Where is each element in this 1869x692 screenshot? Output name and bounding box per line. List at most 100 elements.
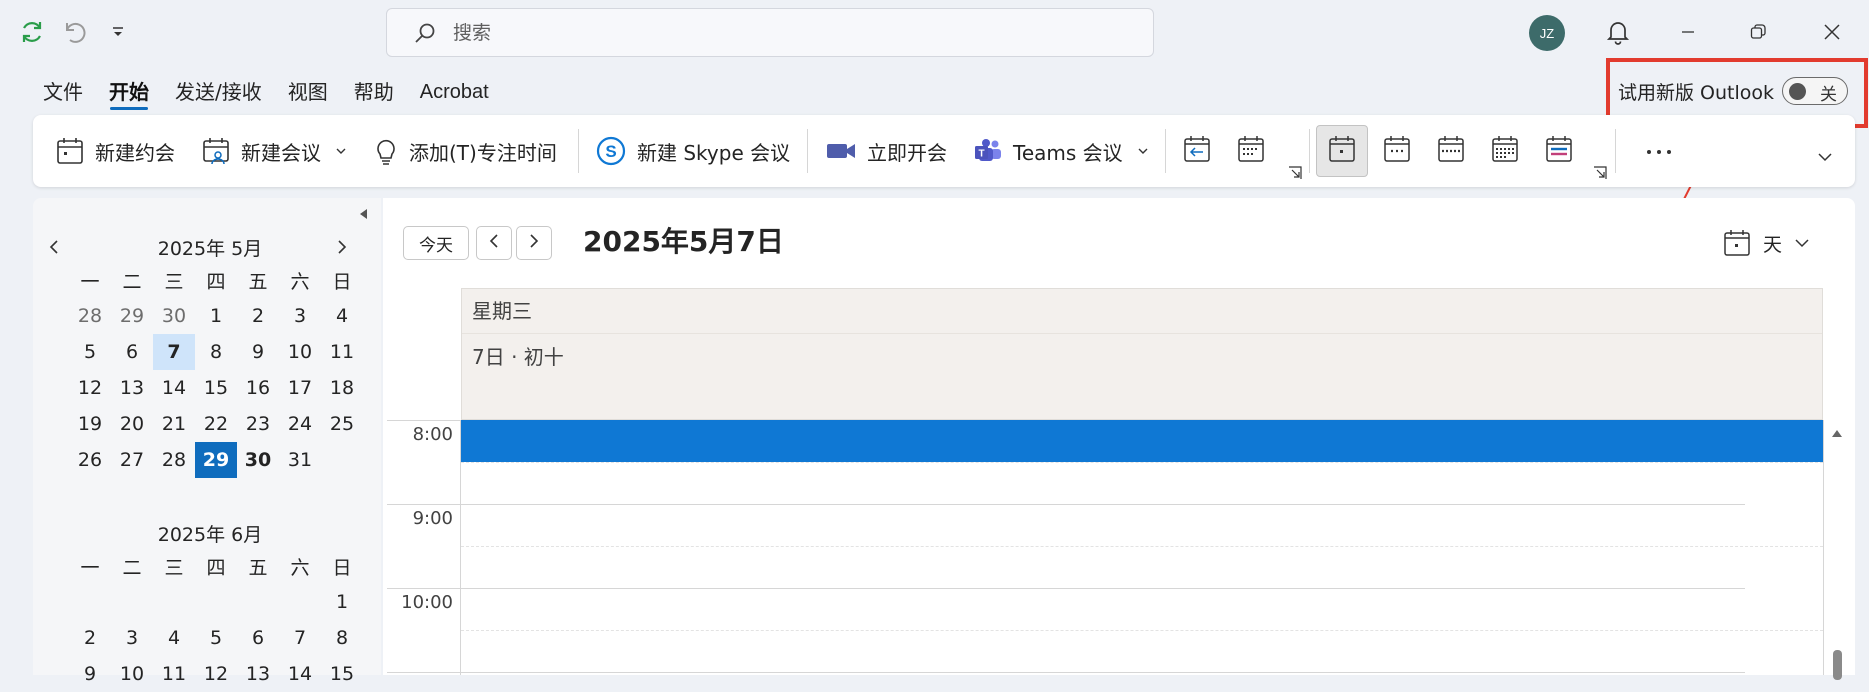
day-cell[interactable]: 28: [153, 442, 195, 478]
work-week-view-button[interactable]: [1371, 125, 1423, 177]
weekday-label: 二: [122, 270, 142, 293]
day-cell[interactable]: 1: [321, 584, 363, 620]
collapse-pane-icon[interactable]: [357, 208, 369, 220]
day-cell[interactable]: 5: [69, 334, 111, 370]
day-cell[interactable]: 29: [111, 298, 153, 334]
day-cell[interactable]: 30: [153, 298, 195, 334]
day-cell[interactable]: 14: [279, 656, 321, 692]
schedule-view-button[interactable]: [1533, 125, 1585, 177]
day-cell[interactable]: 6: [111, 334, 153, 370]
day-cell[interactable]: 9: [69, 656, 111, 692]
day-cell[interactable]: 31: [279, 442, 321, 478]
bell-icon[interactable]: [1596, 12, 1640, 52]
day-cell[interactable]: 1: [195, 298, 237, 334]
teams-icon: T: [973, 136, 1003, 166]
day-cell[interactable]: 30: [237, 442, 279, 478]
day-cell[interactable]: 3: [279, 298, 321, 334]
restore-button[interactable]: [1736, 12, 1780, 52]
scroll-up-icon[interactable]: [1830, 426, 1844, 440]
today-button[interactable]: 今天: [403, 226, 469, 260]
day-cell[interactable]: 20: [111, 406, 153, 442]
day-cell[interactable]: 9: [237, 334, 279, 370]
day-cell[interactable]: 10: [111, 656, 153, 692]
new-appointment-button[interactable]: 新建约会: [55, 115, 175, 187]
new-meeting-button[interactable]: 新建会议: [201, 115, 347, 187]
day-cell[interactable]: 17: [279, 370, 321, 406]
dialog-launcher-icon[interactable]: [1287, 165, 1303, 181]
weekday-label: 日: [332, 270, 352, 293]
weekday-label: 日: [332, 556, 352, 579]
day-cell[interactable]: 10: [279, 334, 321, 370]
day-cell[interactable]: 19: [69, 406, 111, 442]
try-new-outlook-toggle[interactable]: 关: [1782, 77, 1849, 105]
day-cell[interactable]: 8: [321, 620, 363, 656]
scrollbar-thumb[interactable]: [1833, 650, 1842, 680]
dialog-launcher-icon[interactable]: [1592, 165, 1608, 181]
weekday-label: 一: [80, 270, 100, 293]
day-cell[interactable]: 4: [321, 298, 363, 334]
day-cell[interactable]: 11: [153, 656, 195, 692]
day-cell[interactable]: 7: [279, 620, 321, 656]
day-cell[interactable]: 24: [279, 406, 321, 442]
tab-help[interactable]: 帮助: [341, 72, 407, 112]
day-cell[interactable]: 13: [111, 370, 153, 406]
chevron-right-icon[interactable]: [327, 232, 357, 262]
day-cell[interactable]: 15: [321, 656, 363, 692]
selected-day-cell[interactable]: 7: [153, 334, 195, 370]
time-grid[interactable]: 8:00 9:00 10:00: [383, 420, 1845, 675]
tab-send-receive[interactable]: 发送/接收: [162, 72, 275, 112]
day-cell[interactable]: 18: [321, 370, 363, 406]
sync-icon[interactable]: [14, 14, 50, 50]
teams-meeting-button[interactable]: T Teams 会议: [973, 115, 1149, 187]
more-options-button[interactable]: [1633, 125, 1685, 177]
day-cell[interactable]: 25: [321, 406, 363, 442]
day-cell[interactable]: 3: [111, 620, 153, 656]
customize-toolbar-icon[interactable]: [100, 14, 136, 50]
tab-file[interactable]: 文件: [30, 72, 96, 112]
next-7-days-button[interactable]: [1225, 125, 1277, 177]
next-day-button[interactable]: [516, 226, 552, 260]
day-cell[interactable]: 12: [195, 656, 237, 692]
day-cell[interactable]: 13: [237, 656, 279, 692]
day-cell[interactable]: 2: [237, 298, 279, 334]
search-box[interactable]: [386, 8, 1154, 57]
day-view-button[interactable]: [1316, 125, 1368, 177]
avatar[interactable]: JZ: [1529, 15, 1565, 51]
weekday-label: 六: [290, 270, 310, 293]
day-cell[interactable]: 8: [195, 334, 237, 370]
day-cell[interactable]: 28: [69, 298, 111, 334]
chevron-left-icon[interactable]: [39, 232, 69, 262]
day-cell[interactable]: 2: [69, 620, 111, 656]
selected-time-slot[interactable]: [461, 420, 1823, 462]
close-button[interactable]: [1810, 12, 1854, 52]
day-cell[interactable]: 12: [69, 370, 111, 406]
new-skype-meeting-button[interactable]: S 新建 Skype 会议: [595, 115, 790, 187]
today-cell[interactable]: 29: [195, 442, 237, 478]
day-cell[interactable]: 11: [321, 334, 363, 370]
day-cell[interactable]: 26: [69, 442, 111, 478]
tab-acrobat[interactable]: Acrobat: [407, 72, 502, 112]
day-cell[interactable]: 22: [195, 406, 237, 442]
view-selector[interactable]: 天: [1723, 226, 1810, 260]
go-to-today-button[interactable]: [1171, 125, 1223, 177]
meet-now-button[interactable]: 立即开会: [825, 115, 947, 187]
day-cell[interactable]: 15: [195, 370, 237, 406]
day-cell[interactable]: 21: [153, 406, 195, 442]
undo-icon[interactable]: [56, 14, 92, 50]
ribbon-expand-button[interactable]: [1799, 133, 1851, 185]
day-cell[interactable]: 4: [153, 620, 195, 656]
week-view-button[interactable]: [1425, 125, 1477, 177]
day-cell[interactable]: 16: [237, 370, 279, 406]
minimize-button[interactable]: [1666, 12, 1710, 52]
day-cell[interactable]: 27: [111, 442, 153, 478]
day-cell[interactable]: 14: [153, 370, 195, 406]
tab-view[interactable]: 视图: [275, 72, 341, 112]
add-focus-time-button[interactable]: 添加(T)专注时间: [373, 115, 557, 187]
month-view-button[interactable]: [1479, 125, 1531, 177]
day-cell[interactable]: 23: [237, 406, 279, 442]
day-cell[interactable]: 5: [195, 620, 237, 656]
previous-day-button[interactable]: [476, 226, 512, 260]
day-cell[interactable]: 6: [237, 620, 279, 656]
tab-home[interactable]: 开始: [96, 72, 162, 112]
search-input[interactable]: [451, 20, 1051, 45]
